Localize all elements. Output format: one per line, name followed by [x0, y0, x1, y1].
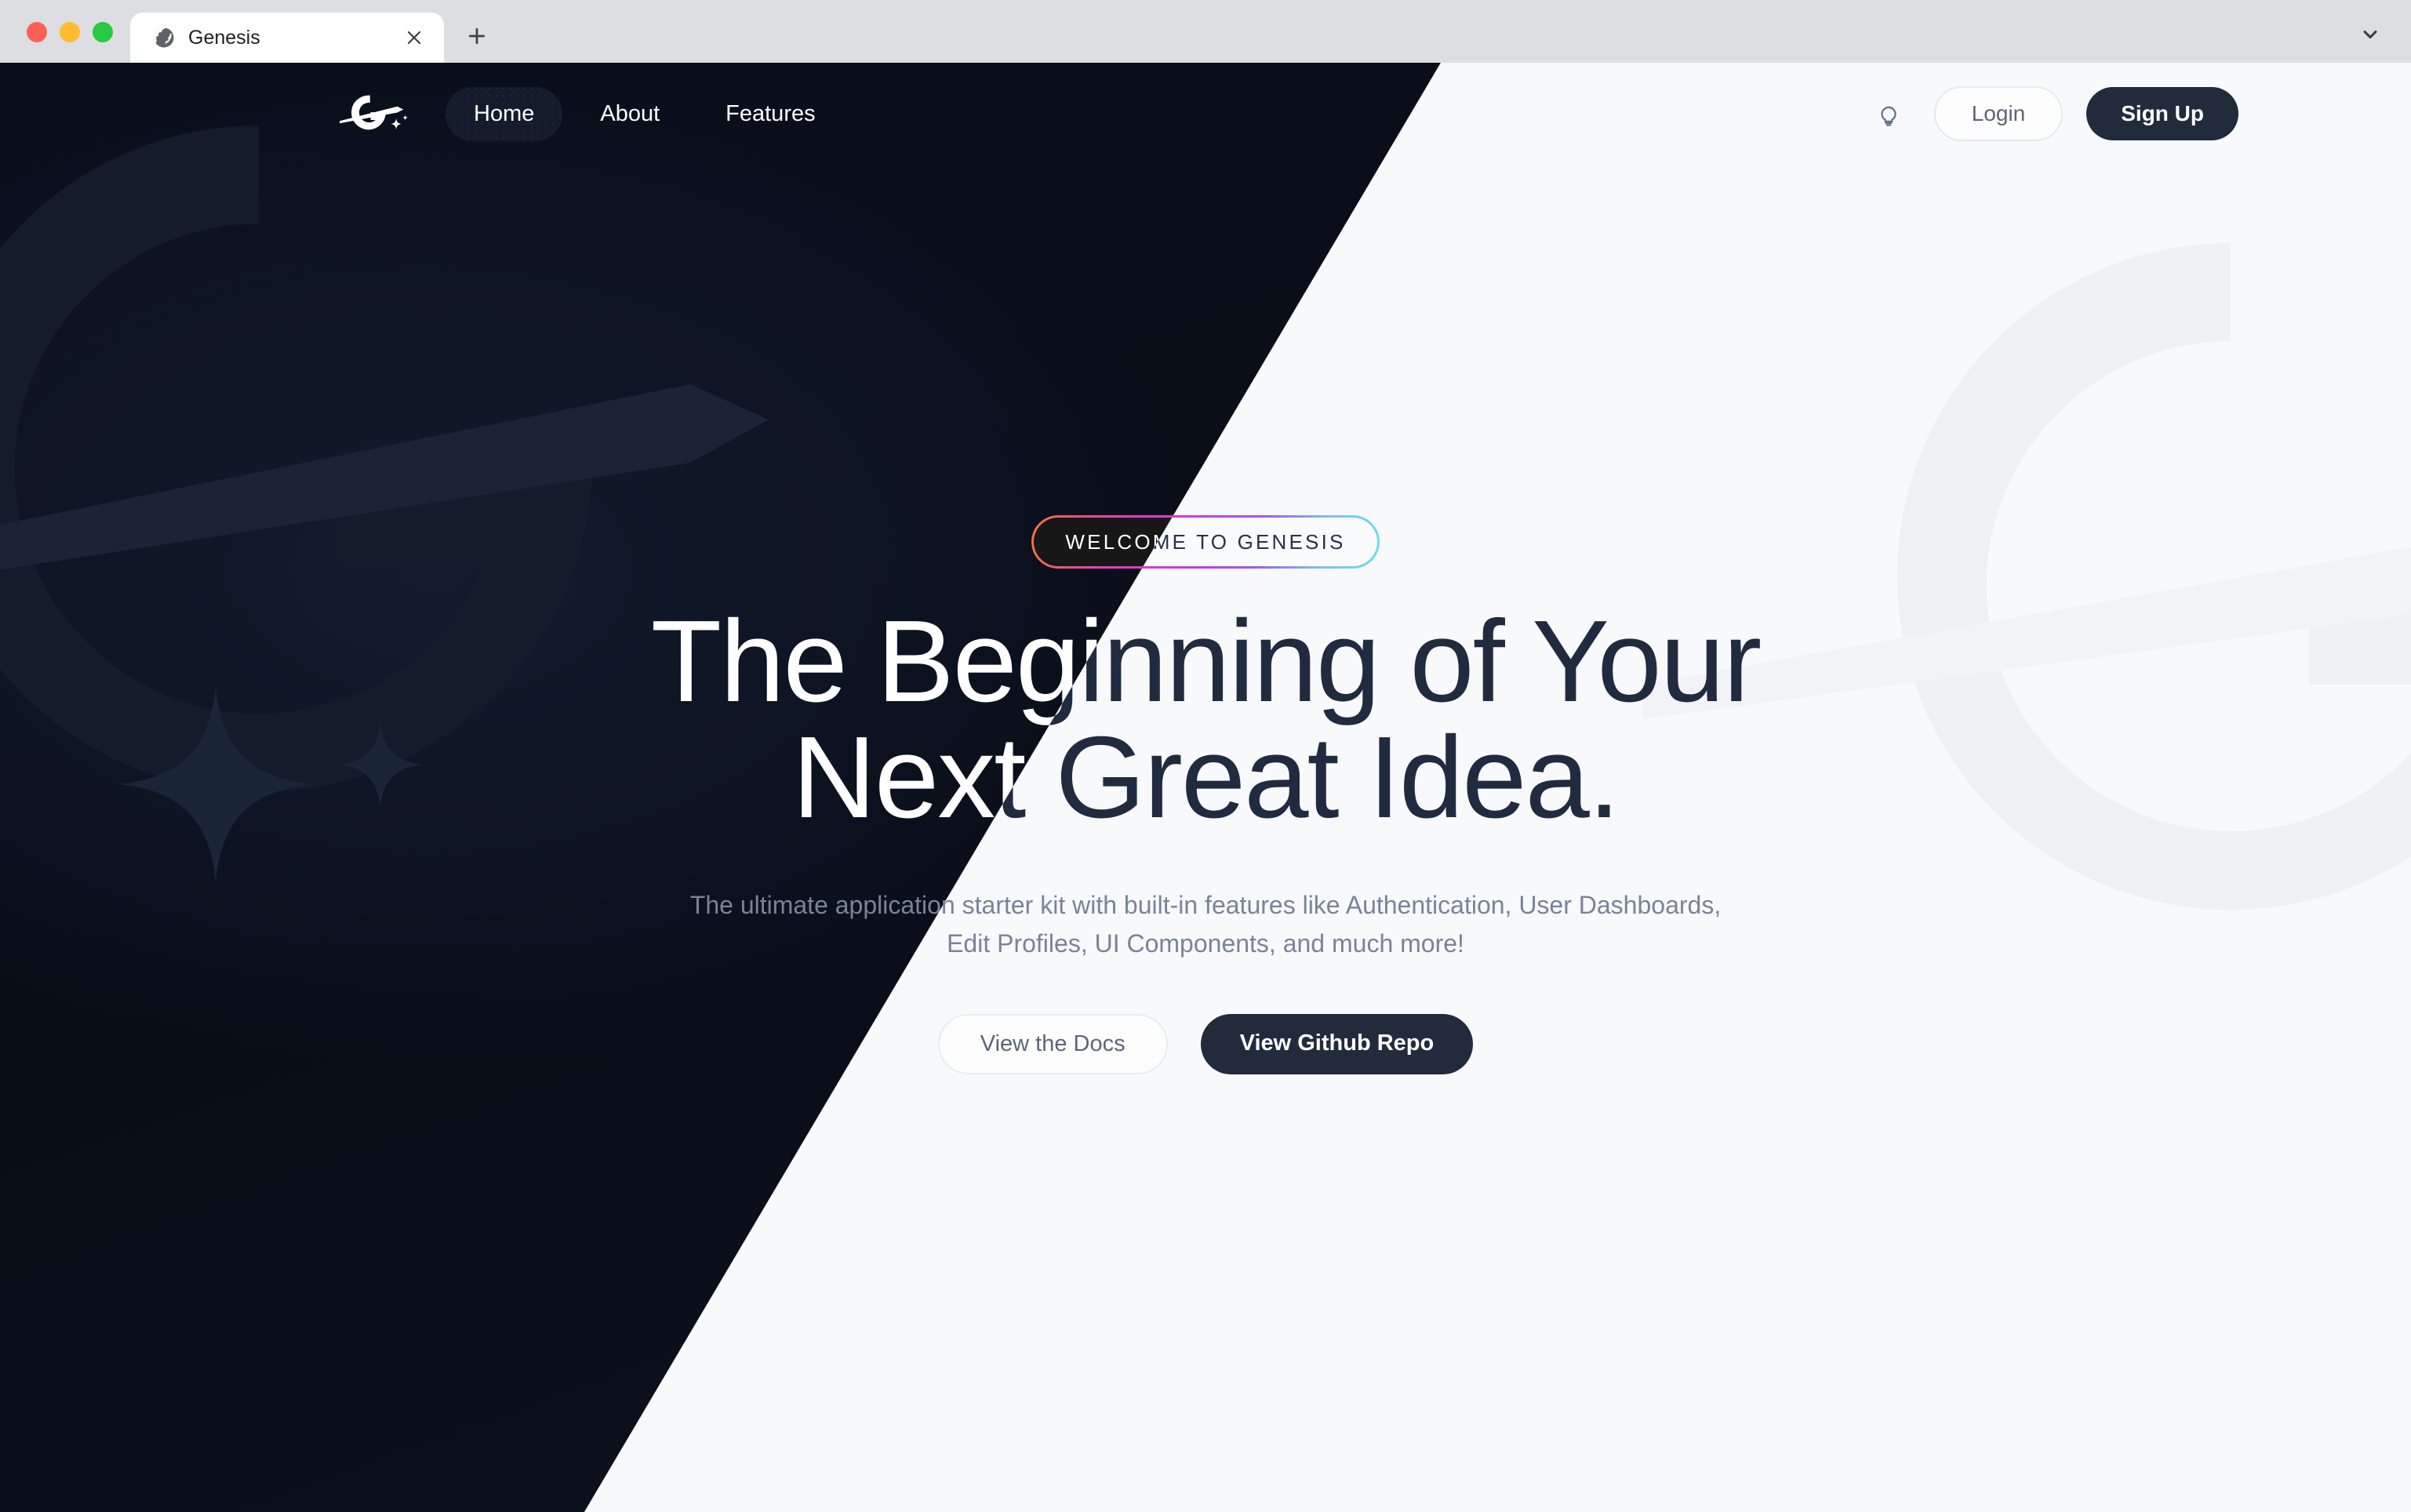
- close-icon[interactable]: [400, 24, 428, 52]
- window-controls: [0, 22, 130, 63]
- tab-title: Genesis: [188, 26, 260, 49]
- window-maximize-button[interactable]: [93, 22, 113, 42]
- window-close-button[interactable]: [27, 22, 47, 42]
- view-github-repo-button-light[interactable]: View Github Repo: [1200, 1014, 1474, 1075]
- page-viewport: Home About Features Login Sign Up WELCOM…: [0, 63, 2411, 1512]
- browser-tab[interactable]: Genesis: [130, 13, 444, 63]
- new-tab-button[interactable]: [455, 14, 499, 58]
- hero-cta-group-light: View the Docs View Github Repo: [937, 1014, 1474, 1075]
- view-docs-button-light[interactable]: View the Docs: [937, 1014, 1168, 1075]
- window-minimize-button[interactable]: [60, 22, 80, 42]
- browser-chrome: Genesis: [0, 0, 2411, 63]
- globe-icon: [152, 26, 176, 49]
- chevron-down-icon[interactable]: [2348, 13, 2392, 56]
